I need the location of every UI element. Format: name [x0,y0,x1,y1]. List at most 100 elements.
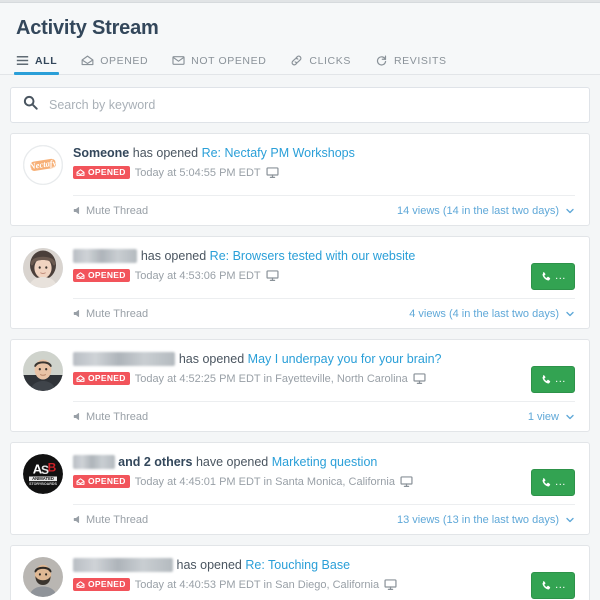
subject-link[interactable]: Marketing question [272,455,378,469]
revisit-icon [375,54,388,67]
avatar [23,351,63,391]
status-badge: OPENED [73,372,130,385]
activity-headline: Kevin Flannagan has opened Re: Touching … [73,557,575,573]
views-toggle[interactable]: 1 view [528,411,575,423]
mute-icon [73,412,82,421]
views-toggle[interactable]: 4 views (4 in the last two days) [409,308,575,320]
chevron-down-icon [565,412,575,422]
tab-label: OPENED [100,54,149,67]
card-content: Jeffrey Anderson has opened May I underp… [73,350,575,385]
svg-text:STORYBOARDS: STORYBOARDS [29,482,57,486]
subject-link[interactable]: Re: Touching Base [245,558,350,572]
call-button[interactable]: ... [531,572,575,599]
status-badge-label: OPENED [88,167,126,178]
activity-verb: has opened [178,352,245,366]
activity-timestamp: Today at 4:40:53 PM EDT in San Diego, Ca… [134,578,380,591]
activity-headline: Jeffrey Anderson has opened May I underp… [73,351,575,367]
actor-name: Tiffany Niu [73,249,138,263]
tab-label: NOT OPENED [191,54,267,67]
mute-thread-button[interactable]: Mute Thread [73,205,148,217]
search-icon [23,95,38,115]
activity-headline: Someone has opened Re: Nectafy PM Worksh… [73,145,575,161]
mute-thread-label: Mute Thread [86,307,149,320]
mute-thread-button[interactable]: Mute Thread [73,514,148,526]
subject-link[interactable]: Re: Nectafy PM Workshops [202,146,355,160]
actor-name: Kevin Flannagan [73,558,174,572]
desktop-monitor-icon [400,475,413,488]
activity-timestamp: Today at 4:45:01 PM EDT in Santa Monica,… [134,475,395,488]
phone-icon [540,374,552,386]
call-button-more-label: ... [555,476,566,488]
desktop-monitor-icon [384,578,397,591]
phone-icon [540,477,552,489]
status-badge: OPENED [73,269,130,282]
status-badge: OPENED [73,475,130,488]
tab-label: REVISITS [393,54,447,67]
tab-opened[interactable]: OPENED [81,54,148,74]
avatar: Nectafy [23,145,63,185]
call-button[interactable]: ... [531,366,575,393]
activity-headline: Tiffany Niu has opened Re: Browsers test… [73,248,575,264]
mute-thread-label: Mute Thread [86,410,149,423]
tab-not-opened[interactable]: NOT OPENED [172,54,266,74]
activity-verb: have opened [195,455,269,469]
status-badge-label: OPENED [88,476,126,487]
card-footer: Mute Thread 13 views (13 in the last two … [73,504,575,534]
activity-headline: Allison and 2 others have opened Marketi… [73,454,575,470]
desktop-monitor-icon [266,269,279,282]
status-badge-label: OPENED [88,373,126,384]
svg-text:ANIMATED: ANIMATED [32,476,54,481]
activity-timestamp: Today at 4:53:06 PM EDT [134,269,261,282]
activity-card: Nectafy Someone has opened Re: Nectafy PM… [10,133,590,226]
subject-link[interactable]: May I underpay you for your brain? [248,352,442,366]
card-footer: Mute Thread 14 views (14 in the last two … [73,195,575,225]
others-count: and 2 others [118,455,193,469]
activity-meta: OPENED Today at 5:04:55 PM EDT [73,166,575,179]
card-content: Kevin Flannagan has opened Re: Touching … [73,556,575,591]
tab-clicks[interactable]: CLICKS [290,54,351,74]
envelope-icon [172,54,185,67]
views-toggle[interactable]: 13 views (13 in the last two days) [397,514,575,526]
call-button[interactable]: ... [531,469,575,496]
card-main: Tiffany Niu has opened Re: Browsers test… [23,247,575,288]
activity-verb: has opened [132,146,199,160]
card-content: Allison and 2 others have opened Marketi… [73,453,575,488]
mute-thread-label: Mute Thread [86,513,149,526]
activity-card: ASBANIMATEDSTORYBOARDS Allison and 2 othe… [10,442,590,535]
mute-icon [73,309,82,318]
tab-label: ALL [35,54,58,67]
card-main: Jeffrey Anderson has opened May I underp… [23,350,575,391]
svg-text:B: B [48,461,57,475]
avatar [23,248,63,288]
activity-timestamp: Today at 4:52:25 PM EDT in Fayetteville,… [134,372,408,385]
desktop-monitor-icon [413,372,426,385]
call-button[interactable]: ... [531,263,575,290]
views-toggle[interactable]: 14 views (14 in the last two days) [397,205,575,217]
tab-all[interactable]: ALL [13,54,60,75]
activity-meta: OPENED Today at 4:52:25 PM EDT in Fayette… [73,372,575,385]
search-box[interactable] [10,87,590,123]
tab-revisits[interactable]: REVISITS [375,54,447,74]
activity-list: Nectafy Someone has opened Re: Nectafy PM… [10,133,590,600]
activity-meta: OPENED Today at 4:40:53 PM EDT in San Die… [73,578,575,591]
envelope-open-icon [76,271,85,280]
activity-meta: OPENED Today at 4:53:06 PM EDT [73,269,575,282]
mute-thread-button[interactable]: Mute Thread [73,308,148,320]
activity-card: Tiffany Niu has opened Re: Browsers test… [10,236,590,329]
page-title: Activity Stream [16,17,159,39]
views-label: 4 views (4 in the last two days) [409,307,559,320]
mute-thread-label: Mute Thread [86,204,149,217]
chevron-down-icon [565,515,575,525]
search-input[interactable] [49,98,577,112]
mute-thread-button[interactable]: Mute Thread [73,411,148,423]
list-icon [16,54,29,67]
views-label: 1 view [527,410,559,423]
card-main: Nectafy Someone has opened Re: Nectafy PM… [23,144,575,185]
activity-card: Jeffrey Anderson has opened May I underp… [10,339,590,432]
card-main: Kevin Flannagan has opened Re: Touching … [23,556,575,597]
phone-icon [540,580,552,592]
status-badge: OPENED [73,578,130,591]
status-badge-label: OPENED [88,579,126,590]
subject-link[interactable]: Re: Browsers tested with our website [210,249,416,263]
desktop-monitor-icon [266,166,279,179]
